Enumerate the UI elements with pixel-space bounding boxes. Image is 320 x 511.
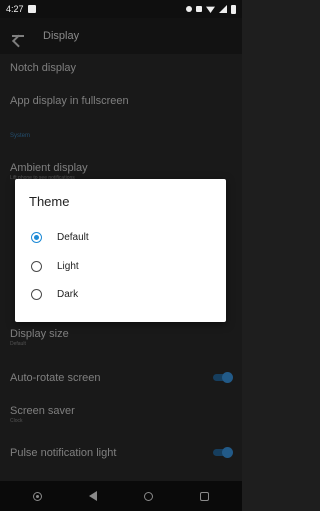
theme-dialog: Theme Default Light Dark xyxy=(15,179,226,322)
photo-notification-icon xyxy=(27,5,36,13)
wifi-icon xyxy=(206,6,215,13)
radio-on-icon[interactable] xyxy=(31,232,42,243)
navigation-bar xyxy=(0,481,242,511)
battery-icon xyxy=(231,4,236,14)
nav-back-icon[interactable] xyxy=(89,491,98,501)
option-label: Light xyxy=(57,261,79,272)
status-bar: 4:27 xyxy=(0,0,242,18)
nav-recents-icon[interactable] xyxy=(199,491,209,501)
assistant-icon[interactable] xyxy=(33,491,43,501)
theme-option-dark[interactable]: Dark xyxy=(31,289,78,300)
status-time: 4:27 xyxy=(6,4,24,14)
radio-off-icon[interactable] xyxy=(31,289,42,300)
option-label: Dark xyxy=(57,289,79,300)
option-label: Default xyxy=(57,232,89,243)
nav-home-icon[interactable] xyxy=(143,491,153,501)
theme-option-default[interactable]: Default xyxy=(31,232,89,243)
bluetooth-icon xyxy=(186,6,192,12)
dialog-title: Theme xyxy=(29,194,70,209)
theme-option-light[interactable]: Light xyxy=(31,261,79,272)
radio-off-icon[interactable] xyxy=(31,261,42,272)
vibrate-icon xyxy=(196,6,202,12)
signal-icon xyxy=(219,5,227,13)
